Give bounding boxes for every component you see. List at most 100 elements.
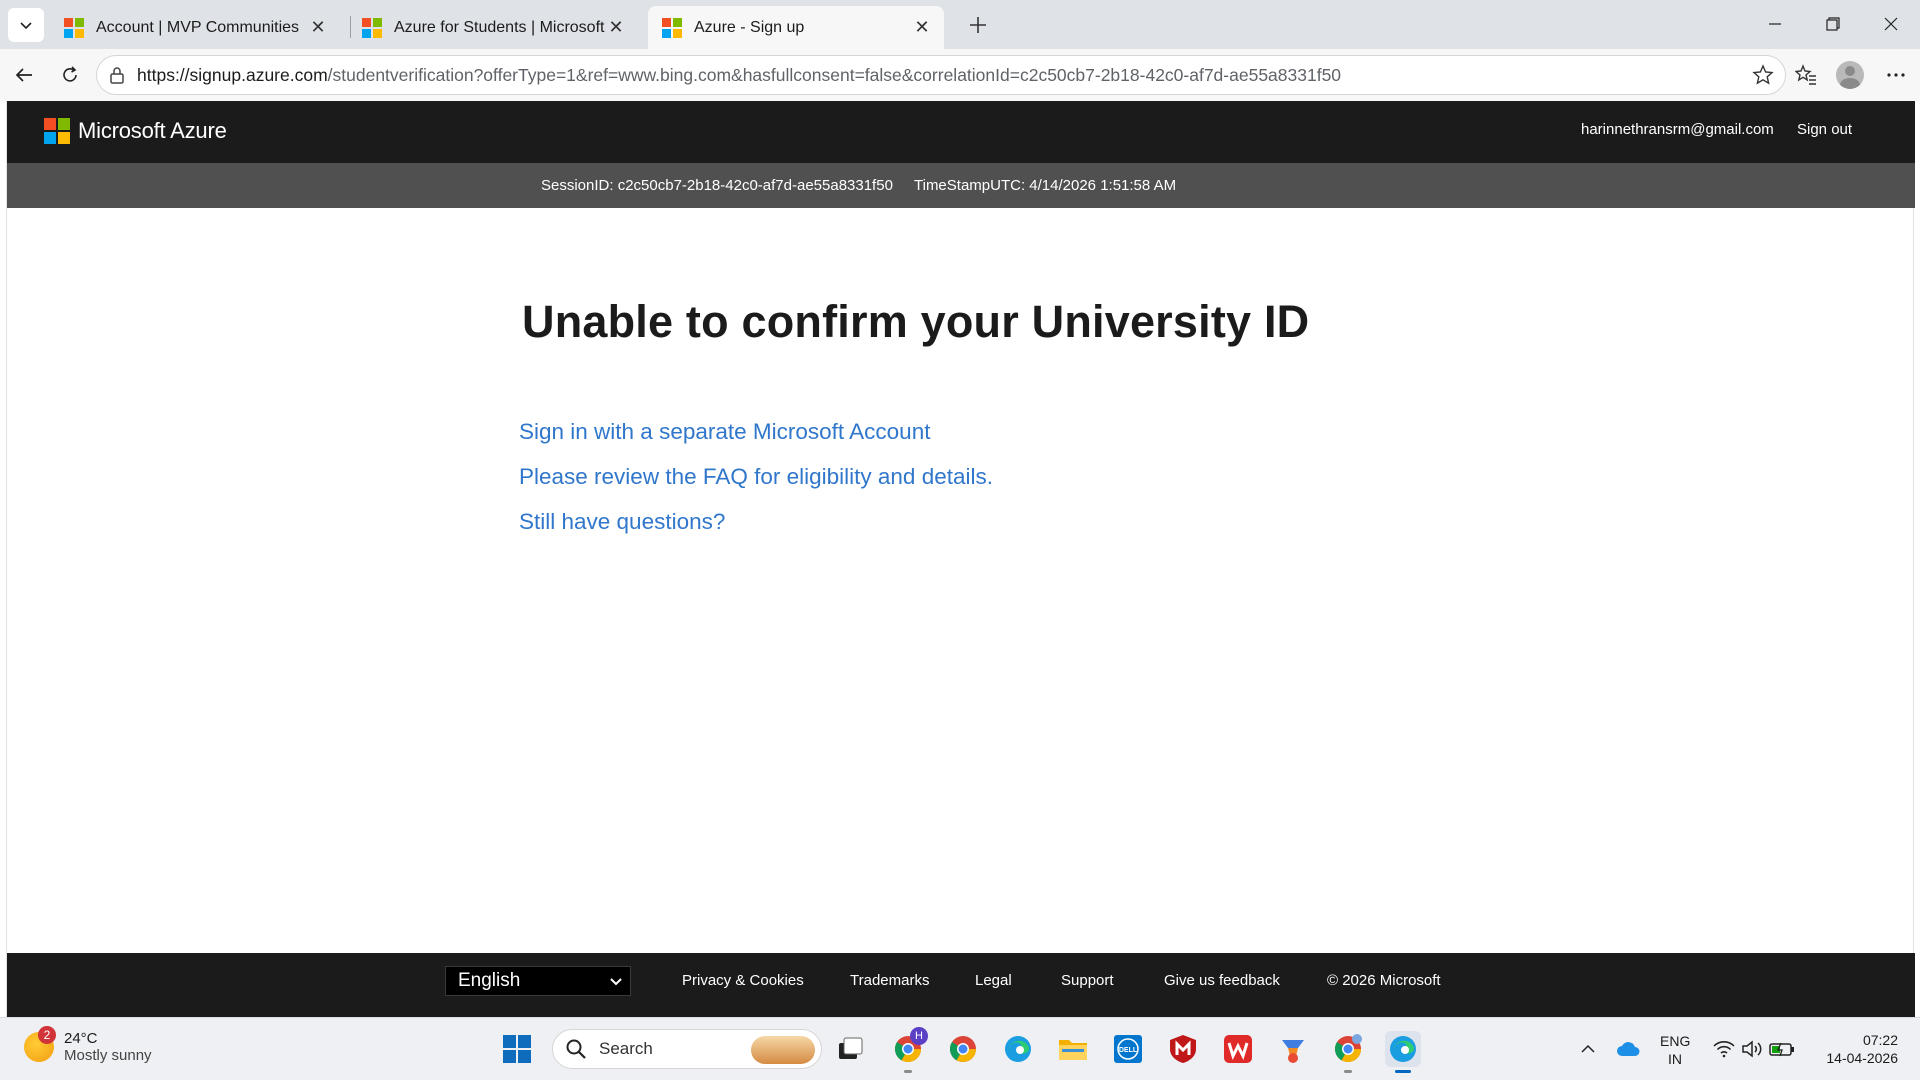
url-text[interactable]: https://signup.azure.com/studentverifica… bbox=[137, 65, 1741, 86]
weather-widget[interactable]: 2 24°C Mostly sunny bbox=[24, 1026, 152, 1064]
weather-condition: Mostly sunny bbox=[64, 1047, 152, 1064]
privacy-cookies-link[interactable]: Privacy & Cookies bbox=[682, 972, 804, 989]
edge-icon bbox=[1390, 1036, 1416, 1062]
wifi-icon bbox=[1713, 1041, 1735, 1058]
trademarks-link[interactable]: Trademarks bbox=[850, 972, 929, 989]
onedrive-tray[interactable] bbox=[1610, 1031, 1646, 1067]
tab-azure-for-students[interactable]: Azure for Students | Microsoft Azu ✕ bbox=[348, 6, 638, 49]
session-info-bar: SessionID: c2c50cb7-2b18-42c0-af7d-ae55a… bbox=[7, 163, 1915, 208]
notification-badge: 2 bbox=[38, 1026, 56, 1044]
taskbar-search[interactable]: Search bbox=[552, 1029, 822, 1069]
microsoft-favicon-icon bbox=[362, 17, 382, 38]
mcafee-app[interactable] bbox=[1165, 1031, 1201, 1067]
edge-app[interactable] bbox=[1000, 1031, 1036, 1067]
microsoft-favicon-icon bbox=[662, 17, 682, 38]
edge-icon bbox=[1005, 1036, 1031, 1062]
windows-icon bbox=[503, 1035, 531, 1063]
start-button[interactable] bbox=[499, 1031, 535, 1067]
azure-header: Microsoft Azure harinnethransrm@gmail.co… bbox=[7, 101, 1915, 163]
refresh-icon bbox=[63, 66, 77, 82]
battery-icon bbox=[1769, 1042, 1794, 1057]
mcafee-shield-icon bbox=[1170, 1035, 1196, 1063]
address-bar[interactable]: https://signup.azure.com/studentverifica… bbox=[96, 55, 1786, 95]
chevron-down-icon bbox=[20, 22, 32, 30]
lock-icon[interactable] bbox=[97, 66, 137, 84]
tab-list-button[interactable] bbox=[8, 8, 44, 42]
session-id: SessionID: c2c50cb7-2b18-42c0-af7d-ae55a… bbox=[541, 177, 893, 194]
task-view-icon bbox=[839, 1037, 863, 1059]
language-code: ENG bbox=[1660, 1033, 1691, 1049]
clock[interactable]: 07:22 14-04-2026 bbox=[1812, 1031, 1898, 1067]
copyright: © 2026 Microsoft bbox=[1327, 972, 1441, 989]
quick-settings[interactable] bbox=[1704, 1031, 1804, 1067]
more-icon bbox=[1887, 73, 1905, 77]
brand-name: Microsoft Azure bbox=[78, 118, 227, 143]
favorites-button[interactable] bbox=[1788, 59, 1824, 91]
tab-mvp-communities[interactable]: Account | MVP Communities ✕ bbox=[50, 6, 340, 49]
refresh-button[interactable] bbox=[52, 59, 88, 91]
dell-app[interactable]: DELL bbox=[1110, 1031, 1146, 1067]
tab-title: Azure - Sign up bbox=[694, 18, 805, 36]
tab-title: Azure for Students | Microsoft Azu bbox=[394, 18, 606, 36]
back-icon bbox=[15, 68, 32, 82]
chrome-dev-app[interactable] bbox=[1330, 1031, 1366, 1073]
wps-icon bbox=[1224, 1035, 1252, 1063]
restore-icon bbox=[1826, 17, 1840, 31]
close-window-button[interactable] bbox=[1868, 8, 1914, 40]
profile-icon[interactable] bbox=[1836, 61, 1864, 89]
minimize-icon bbox=[1769, 23, 1781, 25]
restore-button[interactable] bbox=[1810, 8, 1856, 40]
tab-azure-sign-up[interactable]: Azure - Sign up ✕ bbox=[648, 6, 944, 49]
show-hidden-icons-button[interactable] bbox=[1570, 1031, 1606, 1067]
chrome-icon bbox=[949, 1036, 977, 1063]
edge-active-app[interactable] bbox=[1385, 1031, 1421, 1073]
running-indicator bbox=[904, 1070, 912, 1073]
sun-icon: 2 bbox=[24, 1026, 56, 1062]
user-email: harinnethransrm@gmail.com bbox=[1581, 121, 1774, 138]
task-view-button[interactable] bbox=[833, 1031, 869, 1067]
brand-link[interactable]: Microsoft Azure bbox=[44, 118, 227, 144]
date: 14-04-2026 bbox=[1826, 1050, 1898, 1066]
close-icon[interactable]: ✕ bbox=[912, 17, 932, 38]
page-title: Unable to confirm your University ID bbox=[522, 296, 1310, 347]
svg-text:DELL: DELL bbox=[1119, 1047, 1138, 1054]
sign-out-link[interactable]: Sign out bbox=[1797, 121, 1852, 138]
browser-tab-strip: Account | MVP Communities ✕ Azure for St… bbox=[0, 0, 1920, 49]
folder-icon bbox=[1059, 1040, 1087, 1060]
microsoft-favicon-icon bbox=[64, 17, 84, 38]
temperature: 24°C bbox=[64, 1030, 98, 1047]
close-icon[interactable]: ✕ bbox=[308, 17, 328, 38]
close-icon[interactable]: ✕ bbox=[606, 17, 626, 38]
support-link[interactable]: Support bbox=[1061, 972, 1114, 989]
wps-office-app[interactable] bbox=[1220, 1031, 1256, 1067]
microsoft-logo-icon bbox=[44, 118, 70, 144]
tab-title: Account | MVP Communities bbox=[96, 18, 300, 36]
minimize-button[interactable] bbox=[1752, 8, 1798, 40]
more-button[interactable] bbox=[1878, 59, 1914, 91]
time: 07:22 bbox=[1862, 1032, 1898, 1048]
color-app[interactable] bbox=[1275, 1031, 1311, 1067]
close-icon bbox=[1884, 17, 1898, 31]
new-tab-button[interactable] bbox=[960, 8, 996, 42]
still-have-questions-link[interactable]: Still have questions? bbox=[519, 509, 725, 535]
input-language[interactable]: ENG IN bbox=[1660, 1032, 1690, 1068]
star-icon[interactable] bbox=[1741, 64, 1785, 86]
chrome-app[interactable] bbox=[945, 1031, 981, 1067]
feedback-link[interactable]: Give us feedback bbox=[1164, 972, 1280, 989]
back-button[interactable] bbox=[6, 59, 42, 91]
sign-in-separate-account-link[interactable]: Sign in with a separate Microsoft Accoun… bbox=[519, 419, 930, 445]
chevron-down-icon bbox=[610, 978, 622, 986]
language-select[interactable]: English bbox=[445, 966, 631, 996]
search-highlight-image bbox=[751, 1036, 815, 1064]
taskbar: 2 24°C Mostly sunny Search H DELL ENG IN… bbox=[0, 1017, 1920, 1080]
running-indicator bbox=[1344, 1070, 1352, 1073]
legal-link[interactable]: Legal bbox=[975, 972, 1012, 989]
paint-icon bbox=[1282, 1040, 1304, 1063]
faq-eligibility-link[interactable]: Please review the FAQ for eligibility an… bbox=[519, 464, 993, 490]
cloud-icon bbox=[1617, 1042, 1640, 1056]
url-path: /studentverification?offerType=1&ref=www… bbox=[327, 64, 1342, 85]
dell-icon: DELL bbox=[1114, 1035, 1142, 1063]
file-explorer-app[interactable] bbox=[1055, 1031, 1091, 1067]
search-label: Search bbox=[599, 1039, 653, 1058]
chrome-profile-app[interactable]: H bbox=[890, 1027, 928, 1073]
